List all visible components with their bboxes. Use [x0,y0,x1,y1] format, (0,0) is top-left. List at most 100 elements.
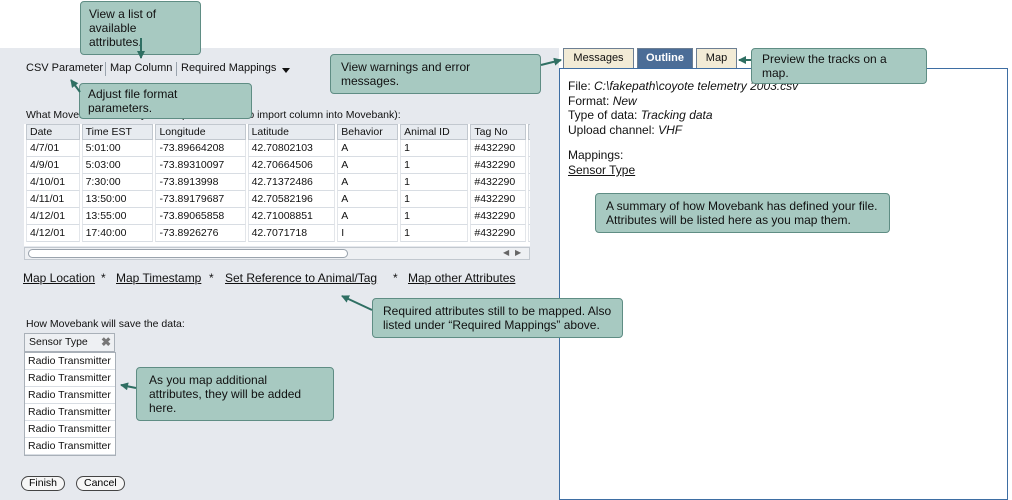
format-label: Format: [568,94,610,108]
column-header[interactable]: Latitude [247,124,336,140]
callout-warnings: View warnings and error messages. [330,54,541,94]
table-row: 4/7/01 5:01:00 -73.89664208 42.70802103 A 1 #4… [26,140,530,157]
column-header[interactable]: Behavior [337,124,399,140]
table-cell: -73.89065858 [155,208,246,225]
menu-required-mappings[interactable]: Required Mappings [181,62,276,74]
table-body: 4/7/01 5:01:00 -73.89664208 42.70802103 A 1 #4… [26,140,530,242]
table-cell: 17:40:00 [81,225,154,242]
menu-map-column[interactable]: Map Column [110,62,172,74]
column-header[interactable]: Time EST [81,124,154,140]
table-cell: A [337,157,399,174]
table-cell: 42.7071718 [247,225,336,242]
table-cell: 590845 [528,208,530,225]
tab-map[interactable]: Map [696,48,737,69]
table-cell: 42.70802103 [247,140,336,157]
list-item: Radio Transmitter [25,370,115,387]
set-reference-link[interactable]: Set Reference to Animal/Tag [225,271,377,285]
map-timestamp-link[interactable]: Map Timestamp [116,271,201,285]
table-cell: 4/7/01 [26,140,80,157]
close-x-icon[interactable]: ✖ [101,335,111,349]
table-cell: -73.89179687 [155,191,246,208]
list-item: Radio Transmitter [25,438,115,455]
table-cell: #432290 [470,157,527,174]
required-marker: * [393,271,398,285]
column-header[interactable]: Animal ID [400,124,469,140]
menu-csv-parameter[interactable]: CSV Parameter [26,62,103,74]
table-cell: -73.89310097 [155,157,246,174]
table-cell: A [337,174,399,191]
callout-available-attributes: View a list of available attributes. [80,1,201,55]
table-cell: I [337,225,399,242]
table-cell: 590358 [528,140,530,157]
data-type-label: Type of data: [568,108,638,122]
sensor-type-column-header[interactable]: Sensor Type ✖ [24,333,115,352]
upload-channel-label: Upload channel: [568,123,655,137]
tab-messages[interactable]: Messages [563,48,634,69]
table-cell: 590688 [528,225,530,242]
table-cell: 1 [400,191,469,208]
tab-outline[interactable]: Outline [637,48,693,69]
table-cell: 4/12/01 [26,225,80,242]
caret-down-icon[interactable] [282,68,290,73]
required-marker: * [101,271,106,285]
column-header[interactable]: Longitude [155,124,246,140]
sensor-type-mapping-link[interactable]: Sensor Type [568,163,635,177]
table-cell: A [337,208,399,225]
callout-file-format: Adjust file format parameters. [79,83,252,119]
cancel-button[interactable]: Cancel [76,476,125,491]
table-cell: 1 [400,174,469,191]
table-cell: 4/10/01 [26,174,80,191]
save-caption: How Movebank will save the data: [26,318,185,330]
scroll-thumb[interactable] [28,249,348,258]
column-header[interactable]: UTM East [528,124,530,140]
table-cell: -73.89664208 [155,140,246,157]
column-header[interactable]: Date [26,124,80,140]
table-cell: -73.8926276 [155,225,246,242]
callout-map-preview: Preview the tracks on a map. [751,48,927,84]
table-cell: 1 [400,140,469,157]
table-cell: 1 [400,157,469,174]
table-cell: 1 [400,208,469,225]
format-line: Format: New [568,94,637,108]
map-other-attributes-link[interactable]: Map other Attributes [408,271,515,285]
table-cell: 13:55:00 [81,208,154,225]
table-row: 4/12/01 13:55:00 -73.89065858 42.71008851 A 1… [26,208,530,225]
table-row: 4/10/01 7:30:00 -73.8913998 42.71372486 A 1 #4… [26,174,530,191]
upload-channel-value: VHF [658,123,683,137]
data-type-value: Tracking data [640,108,713,122]
file-label: File: [568,79,591,93]
triangle-right-icon[interactable]: ▶ [515,248,521,257]
finish-button[interactable]: Finish [21,476,66,491]
table-cell: 42.71008851 [247,208,336,225]
table-cell: 5:03:00 [81,157,154,174]
table-cell: 42.70664506 [247,157,336,174]
table-cell: 590650 [528,157,530,174]
table-cell: #432290 [470,191,527,208]
triangle-left-icon[interactable]: ◀ [503,248,509,257]
table-cell: #432290 [470,174,527,191]
callout-additional-attributes: As you map additional attributes, they w… [136,367,334,421]
upload-channel-line: Upload channel: VHF [568,123,682,137]
map-location-link[interactable]: Map Location [23,271,95,285]
table-cell: 42.70582196 [247,191,336,208]
table-cell: #432290 [470,140,527,157]
table-cell: 13:50:00 [81,191,154,208]
table-cell: A [337,191,399,208]
table-header-row: Date Time EST Longitude Latitude Behavior Ani… [26,124,530,140]
list-item: Radio Transmitter [25,353,115,370]
table-cell: 42.71372486 [247,174,336,191]
data-type-line: Type of data: Tracking data [568,108,713,122]
sensor-type-list: Radio Transmitter Radio Transmitter Radio … [24,352,116,456]
column-header[interactable]: Tag No [470,124,527,140]
table-row: 4/11/01 13:50:00 -73.89179687 42.70582196 A 1… [26,191,530,208]
sensor-type-header-label: Sensor Type [29,336,88,348]
table-cell: 590758 [528,191,530,208]
horizontal-scrollbar[interactable]: ◀ ▶ [24,247,530,260]
callout-summary: A summary of how Movebank has defined yo… [595,193,890,233]
table-cell: #432290 [470,208,527,225]
table-cell: 4/11/01 [26,191,80,208]
table-cell: 7:30:00 [81,174,154,191]
mappings-label: Mappings: [568,148,624,162]
menu-separator [176,62,177,76]
required-marker: * [209,271,214,285]
